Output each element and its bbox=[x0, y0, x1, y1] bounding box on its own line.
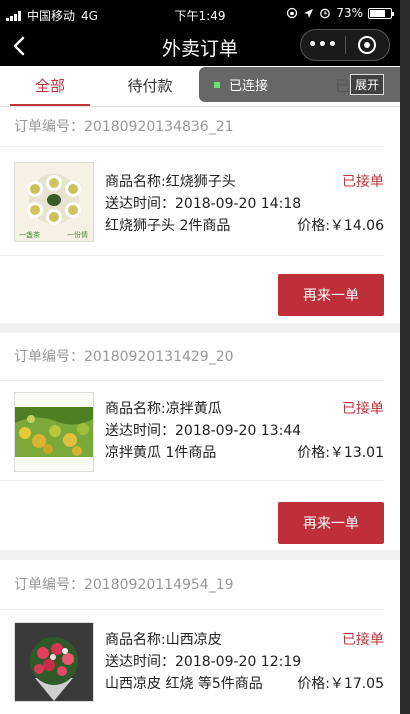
mini-program-capsule: ••• bbox=[300, 29, 390, 61]
order-row-name: 商品名称:红烧狮子头 已接单 bbox=[105, 171, 384, 193]
capsule-close-icon bbox=[358, 36, 377, 54]
delivery-time: 送达时间：2018-09-20 14:18 bbox=[105, 196, 302, 212]
order-info: 商品名称:凉拌黄瓜 已接单 送达时间：2018-09-20 13:44 凉拌黄瓜… bbox=[105, 398, 384, 464]
tab-all[interactable]: 全部 bbox=[0, 66, 100, 106]
status-bar: 中国移动 4G 下午1:49 73% bbox=[0, 0, 400, 28]
order-card: 订单编号：20180920131429_20 商品名称:凉拌黄瓜 已接单 送达时… bbox=[0, 333, 400, 550]
order-price: 价格:￥14.06 bbox=[297, 218, 384, 234]
order-status: 已接单 bbox=[342, 401, 384, 417]
flower-bouquet-image bbox=[14, 622, 94, 702]
debug-connection-pill: 已连接 展开 bbox=[199, 67, 400, 102]
order-price: 价格:￥17.05 bbox=[297, 676, 384, 692]
product-name: 商品名称:凉拌黄瓜 bbox=[105, 401, 222, 417]
order-body[interactable]: 商品名称:山西凉皮 已接单 送达时间：2018-09-20 12:19 山西凉皮… bbox=[0, 610, 384, 710]
thumb-caption-right: 一份情 bbox=[67, 230, 88, 239]
order-row-name: 商品名称:山西凉皮 已接单 bbox=[105, 629, 384, 651]
more-dots-icon[interactable]: ••• bbox=[301, 37, 345, 53]
battery-fill bbox=[370, 9, 385, 17]
order-row-name: 商品名称:凉拌黄瓜 已接单 bbox=[105, 398, 384, 420]
order-row-summary: 凉拌黄瓜 1件商品 价格:￥13.01 bbox=[105, 442, 384, 464]
delivery-time: 送达时间：2018-09-20 13:44 bbox=[105, 423, 302, 439]
order-row-summary: 红烧狮子头 2件商品 价格:￥14.06 bbox=[105, 215, 384, 237]
connection-indicator-icon bbox=[214, 81, 220, 88]
order-status: 已接单 bbox=[342, 632, 384, 648]
nav-bar: 外卖订单 ••• bbox=[0, 28, 400, 66]
order-info: 商品名称:红烧狮子头 已接单 送达时间：2018-09-20 14:18 红烧狮… bbox=[105, 171, 384, 237]
order-info: 商品名称:山西凉皮 已接单 送达时间：2018-09-20 12:19 山西凉皮… bbox=[105, 629, 384, 695]
product-name: 商品名称:红烧狮子头 bbox=[105, 174, 236, 190]
order-body[interactable]: 一盏茶 一份情 商品名称:红烧狮子头 已接单 送达时间：2018-09-20 1… bbox=[0, 147, 384, 256]
battery-icon bbox=[368, 7, 394, 19]
connection-status: 已连接 bbox=[229, 79, 269, 94]
battery-percent: 73% bbox=[336, 6, 363, 20]
capsule-close-button[interactable] bbox=[346, 36, 389, 54]
order-body[interactable]: 商品名称:凉拌黄瓜 已接单 送达时间：2018-09-20 13:44 凉拌黄瓜… bbox=[0, 381, 384, 481]
order-summary: 红烧狮子头 2件商品 bbox=[105, 218, 231, 234]
delivery-time: 送达时间：2018-09-20 12:19 bbox=[105, 654, 302, 670]
order-card: 订单编号：20180920134836_21 一盏茶 一份情 商品名称:红烧狮子… bbox=[0, 107, 400, 323]
phone-screen: 中国移动 4G 下午1:49 73% 外卖订单 ••• 全部 待付款 单 已 bbox=[0, 0, 400, 714]
ginkgo-leaves-image bbox=[14, 392, 94, 472]
side-strip bbox=[400, 0, 410, 714]
tab-pending-payment[interactable]: 待付款 bbox=[100, 66, 200, 106]
order-number: 订单编号：20180920131429_20 bbox=[0, 333, 384, 381]
expand-button[interactable]: 展开 bbox=[349, 74, 384, 95]
order-summary: 凉拌黄瓜 1件商品 bbox=[105, 445, 217, 461]
reorder-button[interactable]: 再来一单 bbox=[278, 502, 384, 544]
lock-rotation-icon bbox=[287, 7, 298, 19]
order-row-summary: 山西凉皮 红烧 等5件商品 价格:￥17.05 bbox=[105, 673, 384, 695]
order-status: 已接单 bbox=[342, 174, 384, 190]
order-card: 订单编号：20180920114954_19 商品名称:山西凉皮 已接单 送达时… bbox=[0, 560, 400, 714]
order-summary: 山西凉皮 红烧 等5件商品 bbox=[105, 676, 263, 692]
thumb-caption-left: 一盏茶 bbox=[19, 230, 40, 239]
order-number: 订单编号：20180920134836_21 bbox=[0, 107, 384, 147]
product-name: 商品名称:山西凉皮 bbox=[105, 632, 222, 648]
reorder-button[interactable]: 再来一单 bbox=[278, 274, 384, 316]
alarm-icon bbox=[320, 8, 331, 19]
location-icon bbox=[304, 8, 314, 18]
order-number: 订单编号：20180920114954_19 bbox=[0, 560, 384, 610]
tea-cups-image: 一盏茶 一份情 bbox=[14, 162, 94, 242]
status-right: 73% bbox=[286, 6, 394, 20]
order-price: 价格:￥13.01 bbox=[297, 445, 384, 461]
